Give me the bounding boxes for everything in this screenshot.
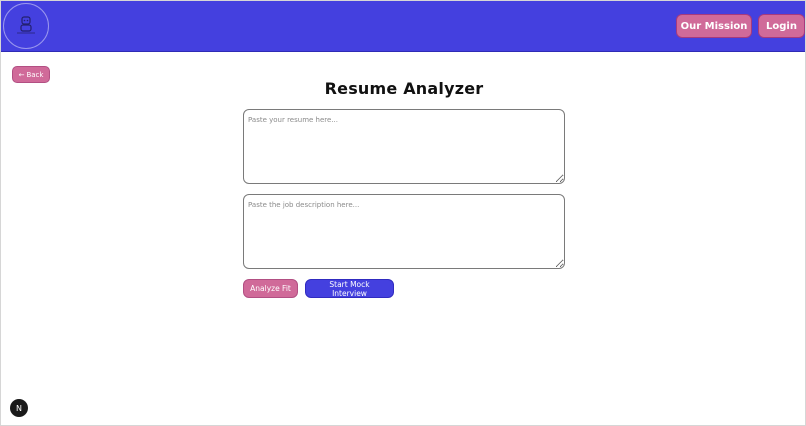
back-label: Back — [26, 70, 44, 79]
page-title: Resume Analyzer — [324, 79, 484, 98]
dev-indicator-badge[interactable]: N — [10, 399, 28, 417]
job-description-input[interactable] — [243, 194, 565, 269]
login-button[interactable]: Login — [758, 14, 805, 38]
start-mock-interview-button[interactable]: Start Mock Interview — [305, 279, 394, 298]
top-nav-bar: Our Mission Login — [1, 1, 805, 52]
back-arrow-icon: ← — [18, 70, 25, 79]
our-mission-button[interactable]: Our Mission — [676, 14, 752, 38]
logo-graphic — [17, 16, 35, 34]
resume-input[interactable] — [243, 109, 565, 184]
analyze-fit-button[interactable]: Analyze Fit — [243, 279, 298, 298]
mascot-logo-icon[interactable] — [3, 3, 49, 49]
app-window: Our Mission Login ← Back Resume Analyzer… — [0, 0, 806, 426]
